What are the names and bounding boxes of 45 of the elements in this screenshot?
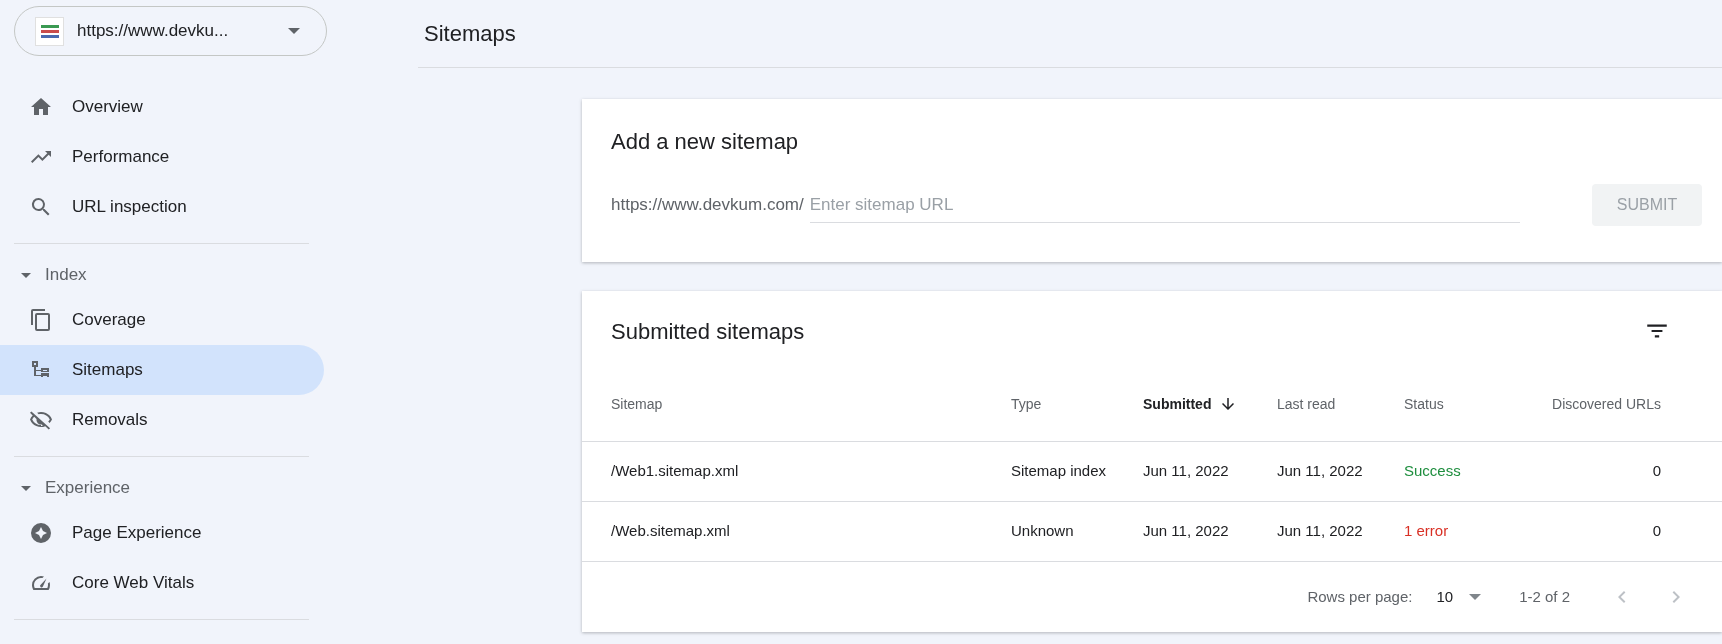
nav-item[interactable]: Sitemaps — [0, 345, 324, 395]
nav-item[interactable]: Performance — [0, 132, 324, 182]
nav-item[interactable]: Removals — [0, 395, 324, 445]
nav-item[interactable]: Overview — [0, 82, 324, 132]
table-cell-text: Jun 11, 2022 — [1143, 461, 1230, 482]
card-title: Submitted sitemaps — [611, 317, 806, 346]
pages-icon — [29, 308, 53, 332]
rows-per-page-select[interactable]: 10 — [1436, 585, 1482, 609]
table-cell[interactable]: /Web1.sitemap.xml — [611, 460, 1011, 483]
status-text: 1 error — [1404, 521, 1450, 542]
column-header[interactable]: Sitemap — [611, 393, 1011, 415]
table-cell-text: Sitemap index — [1011, 461, 1108, 482]
dropdown-caret-icon — [1469, 594, 1482, 600]
nav-item[interactable]: Page Experience — [0, 508, 324, 558]
site-logo — [35, 16, 64, 46]
page-range: 1-2 of 2 — [1519, 586, 1570, 607]
caret-icon[interactable] — [21, 272, 31, 278]
card-title: Add a new sitemap — [611, 128, 800, 156]
dropdown-caret-icon — [288, 28, 300, 34]
section-header[interactable]: Experience — [45, 475, 131, 501]
eye-off-icon — [29, 408, 53, 432]
column-header[interactable]: Discovered URLs — [1524, 393, 1661, 415]
property-selector[interactable]: https://www.devku... — [14, 6, 327, 56]
property-url: https://www.devku... — [77, 20, 230, 43]
table-cell-text: 0 — [1651, 461, 1661, 482]
table-cell[interactable]: /Web.sitemap.xml — [611, 520, 1011, 543]
table-cell-text: Unknown — [1011, 521, 1075, 542]
table-cell-text: Jun 11, 2022 — [1277, 521, 1364, 542]
url-prefix: https://www.devkum.com/ — [611, 194, 804, 217]
nav-item[interactable]: Coverage — [0, 295, 324, 345]
rows-per-page-label: Rows per page: — [1307, 586, 1413, 607]
table-cell-text: 0 — [1651, 521, 1661, 542]
column-header[interactable]: Type — [1011, 393, 1143, 415]
nav-item[interactable]: Core Web Vitals — [0, 558, 324, 608]
column-header[interactable]: Submitted — [1143, 393, 1277, 415]
caret-icon[interactable] — [21, 485, 31, 491]
page-title: Sitemaps — [424, 20, 516, 48]
nav-item[interactable]: URL inspection — [0, 182, 324, 232]
column-header[interactable]: Last read — [1277, 393, 1404, 415]
sparkle-icon — [29, 521, 53, 545]
table-cell-text: Jun 11, 2022 — [1143, 521, 1230, 542]
table-cell-text: Jun 11, 2022 — [1277, 461, 1364, 482]
column-header[interactable]: Status — [1404, 393, 1524, 415]
section-header[interactable]: Index — [45, 262, 87, 288]
status-text: Success — [1404, 461, 1462, 482]
